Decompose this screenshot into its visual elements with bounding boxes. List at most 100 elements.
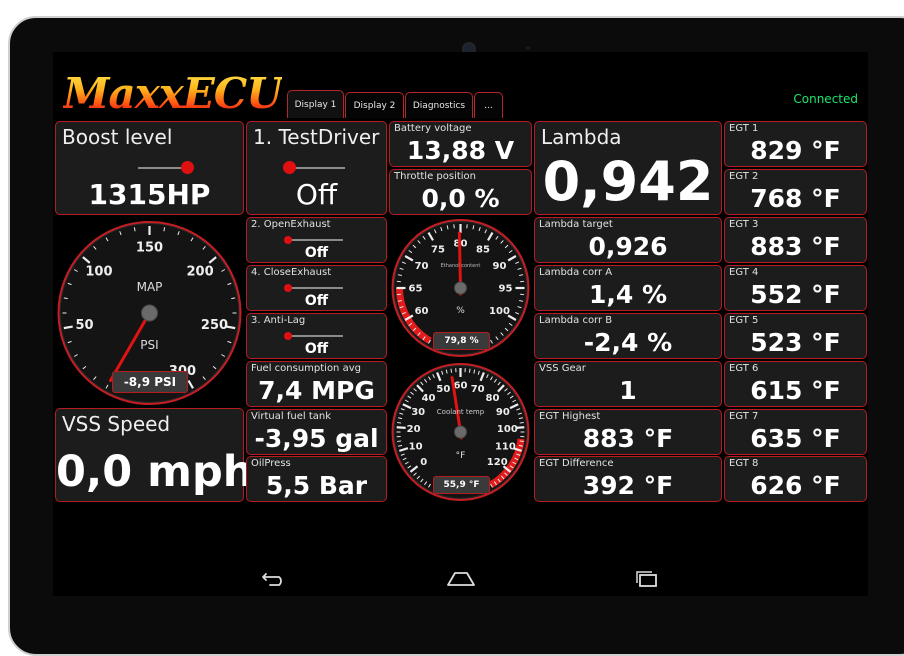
ethanol-gauge-tick-label: 75 — [431, 245, 445, 256]
map-gauge-tick-label: 200 — [186, 264, 213, 279]
vss-speed-panel[interactable]: VSS Speed 0,0 mph — [55, 408, 244, 502]
fuel-consumption-panel[interactable]: Fuel consumption avg 7,4 MPG — [246, 361, 387, 407]
home-button[interactable] — [444, 564, 478, 594]
ethanol-gauge-tick-label: 65 — [409, 284, 423, 295]
lambda-target-panel[interactable]: Lambda target 0,926 — [534, 217, 722, 263]
anti-lag-slider-dot[interactable] — [284, 332, 292, 340]
coolant-gauge-tick — [397, 441, 401, 442]
lambda-corr-a-label: Lambda corr A — [539, 267, 612, 278]
tab-display-2[interactable]: Display 2 — [345, 92, 404, 118]
egt-4-panel[interactable]: EGT 4 552 °F — [724, 265, 867, 311]
map-gauge-tick — [64, 327, 73, 329]
egt-1-panel[interactable]: EGT 1 829 °F — [724, 121, 867, 167]
open-exhaust-slider-dot[interactable] — [284, 236, 292, 244]
throttle-position-panel[interactable]: Throttle position 0,0 % — [389, 169, 532, 215]
egt-highest-label: EGT Highest — [539, 411, 600, 422]
test-driver-panel[interactable]: 1. TestDriver Off — [246, 121, 387, 215]
boost-value: 1315HP — [56, 178, 243, 211]
fuel-consumption-label: Fuel consumption avg — [251, 363, 361, 374]
open-exhaust-panel[interactable]: 2. OpenExhaust Off — [246, 217, 387, 263]
lambda-corr-b-label: Lambda corr B — [539, 315, 612, 326]
test-driver-slider-dot[interactable] — [283, 161, 296, 174]
map-gauge-tick-label: 100 — [85, 264, 112, 279]
egt-difference-label: EGT Difference — [539, 458, 614, 469]
virtual-fuel-tank-value: -3,95 gal — [247, 424, 386, 453]
lambda-corr-a-panel[interactable]: Lambda corr A 1,4 % — [534, 265, 722, 311]
back-icon — [261, 571, 287, 587]
tab-more[interactable]: ... — [474, 92, 503, 118]
egt-highest-panel[interactable]: EGT Highest 883 °F — [534, 409, 722, 455]
close-exhaust-label: 4. CloseExhaust — [251, 267, 331, 278]
coolant-gauge-title: Coolant temp — [389, 408, 532, 416]
map-gauge: 50100150200250300 MAP PSI -8,9 PSI — [55, 217, 244, 405]
close-exhaust-panel[interactable]: 4. CloseExhaust Off — [246, 265, 387, 311]
lambda-panel[interactable]: Lambda 0,942 — [534, 121, 722, 215]
close-exhaust-value: Off — [247, 293, 386, 309]
virtual-fuel-tank-panel[interactable]: Virtual fuel tank -3,95 gal — [246, 409, 387, 455]
anti-lag-label: 3. Anti-Lag — [251, 315, 305, 326]
egt-5-value: 523 °F — [725, 328, 866, 357]
tab-label: Display 1 — [295, 100, 337, 110]
throttle-position-value: 0,0 % — [390, 184, 531, 213]
tab-label: ... — [484, 101, 493, 111]
ethanol-gauge-title: Ethanol content — [389, 263, 532, 269]
map-gauge-hub — [142, 305, 158, 321]
egt-difference-panel[interactable]: EGT Difference 392 °F — [534, 456, 722, 502]
egt-6-label: EGT 6 — [729, 363, 758, 374]
coolant-gauge-tick — [397, 422, 401, 423]
egt-5-panel[interactable]: EGT 5 523 °F — [724, 313, 867, 359]
egt-3-value: 883 °F — [725, 232, 866, 261]
egt-1-value: 829 °F — [725, 136, 866, 165]
egt-6-panel[interactable]: EGT 6 615 °F — [724, 361, 867, 407]
coolant-gauge-tick — [451, 369, 452, 373]
map-gauge-readout: -8,9 PSI — [112, 371, 188, 393]
map-gauge-tick — [134, 227, 135, 231]
lambda-corr-b-panel[interactable]: Lambda corr B -2,4 % — [534, 313, 722, 359]
egt-7-panel[interactable]: EGT 7 635 °F — [724, 409, 867, 455]
egt-3-panel[interactable]: EGT 3 883 °F — [724, 217, 867, 263]
egt-2-label: EGT 2 — [729, 171, 758, 182]
map-gauge-unit: PSI — [55, 338, 244, 352]
anti-lag-panel[interactable]: 3. Anti-Lag Off — [246, 313, 387, 359]
coolant-gauge-tick — [520, 422, 524, 423]
vss-gear-value: 1 — [535, 376, 721, 405]
coolant-gauge-tick-label: 80 — [486, 393, 500, 404]
egt-8-value: 626 °F — [725, 471, 866, 500]
egt-2-panel[interactable]: EGT 2 768 °F — [724, 169, 867, 215]
open-exhaust-value: Off — [247, 245, 386, 261]
battery-voltage-label: Battery voltage — [394, 123, 472, 134]
battery-voltage-panel[interactable]: Battery voltage 13,88 V — [389, 121, 532, 167]
maxxecu-logo: MaxxECU — [63, 72, 282, 116]
home-icon — [446, 571, 476, 587]
egt-1-label: EGT 1 — [729, 123, 758, 134]
ethanol-gauge-hub — [455, 282, 467, 294]
boost-label: Boost level — [62, 125, 172, 149]
boost-panel[interactable]: Boost level 1315HP — [55, 121, 244, 215]
back-button[interactable] — [259, 564, 289, 594]
oil-press-panel[interactable]: OilPress 5,5 Bar — [246, 456, 387, 502]
coolant-gauge-tick-label: 40 — [422, 393, 436, 404]
tab-diagnostics[interactable]: Diagnostics — [405, 92, 473, 118]
ethanol-gauge: 6065707580859095100 Ethanol content % 79… — [389, 217, 532, 357]
lambda-corr-a-value: 1,4 % — [535, 280, 721, 309]
open-exhaust-slider-track — [287, 239, 343, 241]
recent-apps-button[interactable] — [631, 564, 661, 594]
map-gauge-tick-label: 250 — [201, 318, 228, 333]
boost-slider-dot[interactable] — [181, 161, 194, 174]
test-driver-value: Off — [247, 178, 386, 211]
coolant-gauge-tick — [397, 427, 406, 428]
close-exhaust-slider-dot[interactable] — [284, 284, 292, 292]
recent-apps-icon — [633, 570, 659, 588]
coolant-gauge-tick-label: 60 — [454, 381, 468, 392]
throttle-position-label: Throttle position — [394, 171, 476, 182]
ethanol-gauge-unit: % — [389, 306, 532, 316]
ethanol-gauge-readout: 79,8 % — [433, 332, 490, 350]
oil-press-label: OilPress — [251, 458, 291, 469]
tab-label: Diagnostics — [413, 101, 465, 111]
vss-gear-panel[interactable]: VSS Gear 1 — [534, 361, 722, 407]
egt-8-panel[interactable]: EGT 8 626 °F — [724, 456, 867, 502]
map-gauge-tick-label: 150 — [136, 241, 163, 256]
coolant-gauge-tick-label: 100 — [497, 424, 518, 435]
tab-display-1[interactable]: Display 1 — [287, 90, 344, 118]
coolant-gauge-readout: 55,9 °F — [433, 476, 490, 494]
